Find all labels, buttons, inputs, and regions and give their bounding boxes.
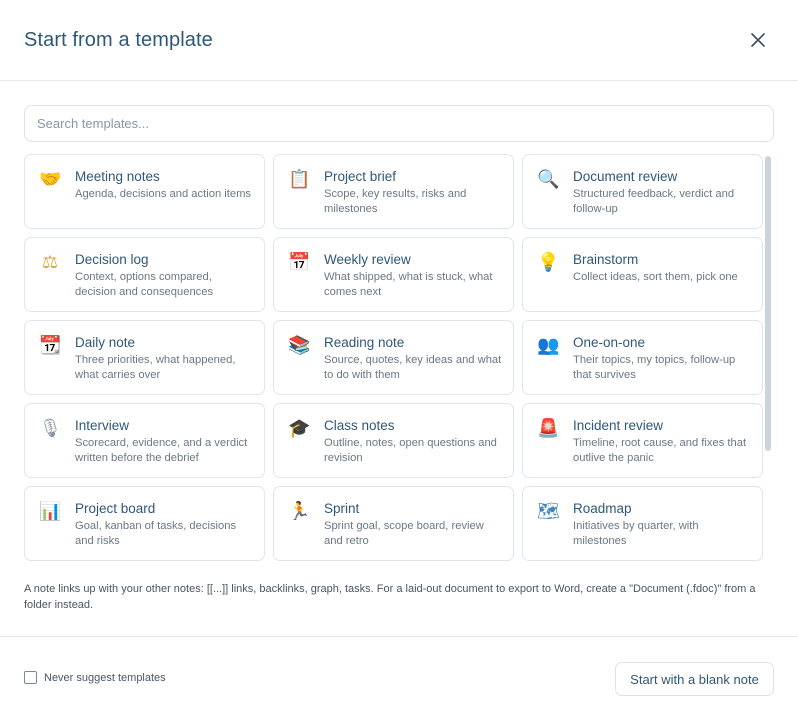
template-card[interactable]: 📊 Project board Goal, kanban of tasks, dec… (24, 486, 265, 561)
template-title: Meeting notes (75, 169, 160, 184)
template-title: Document review (573, 169, 678, 184)
start-blank-button[interactable]: Start with a blank note (615, 662, 774, 696)
graduation-cap-icon: 🎓 (288, 418, 311, 439)
balance-scale-icon: ⚖ (41, 252, 59, 273)
template-grid[interactable]: 🤝 Meeting notes Agenda, decisions and acti… (24, 154, 764, 563)
template-card[interactable]: 📆 Daily note Three priorities, what happen… (24, 320, 265, 395)
dialog-title: Start from a template (24, 29, 213, 51)
template-title: Incident review (573, 418, 664, 433)
template-card[interactable]: ⚖ Decision log Context, options compared, … (24, 237, 265, 312)
search-input[interactable] (24, 105, 774, 142)
template-card[interactable]: 📋 Project brief Scope, key results, risks … (273, 154, 514, 229)
map-icon: 🗺 (537, 501, 560, 522)
never-suggest-label: Never suggest templates (44, 671, 166, 684)
template-description: Three priorities, what happened, what ca… (75, 354, 236, 381)
template-title: Interview (75, 418, 130, 433)
template-card[interactable]: 🤝 Meeting notes Agenda, decisions and acti… (24, 154, 265, 229)
clipboard-icon: 📋 (288, 169, 311, 190)
template-description: Initiatives by quarter, with milestones (573, 520, 699, 547)
template-description: Scorecard, evidence, and a verdict writt… (75, 437, 248, 464)
scrollbar-thumb[interactable] (765, 156, 771, 451)
template-title: Decision log (75, 252, 149, 267)
never-suggest-toggle[interactable]: Never suggest templates (24, 671, 166, 684)
calendar-icon: 📆 (39, 335, 62, 356)
template-description: Their topics, my topics, follow-up that … (573, 354, 736, 381)
template-description: Timeline, root cause, and fixes that out… (573, 437, 747, 464)
template-card[interactable]: 📚 Reading note Source, quotes, key ideas a… (273, 320, 514, 395)
close-icon (751, 33, 765, 47)
bar-chart-icon: 📊 (39, 501, 62, 522)
template-card[interactable]: 🚨 Incident review Timeline, root cause, an… (522, 403, 763, 478)
template-description: Outline, notes, open questions and revis… (324, 437, 497, 464)
template-card[interactable]: 🎓 Class notes Outline, notes, open questio… (273, 403, 514, 478)
template-title: Daily note (75, 335, 136, 350)
template-title: Roadmap (573, 501, 632, 516)
template-description: Goal, kanban of tasks, decisions and ris… (75, 520, 237, 547)
template-description: What shipped, what is stuck, what comes … (324, 271, 493, 298)
template-title: Sprint (324, 501, 360, 516)
lightbulb-icon: 💡 (537, 252, 560, 273)
template-description: Agenda, decisions and action items (75, 188, 252, 200)
template-description: Structured feedback, verdict and follow-… (573, 188, 735, 215)
dialog-header: Start from a template (0, 0, 798, 81)
template-title: Project brief (324, 169, 397, 184)
template-description: Scope, key results, risks and milestones (324, 188, 467, 215)
info-text: A note links up with your other notes: [… (24, 583, 756, 611)
template-title: Reading note (324, 335, 405, 350)
template-card[interactable]: 🗺 Roadmap Initiatives by quarter, with mil… (522, 486, 763, 561)
template-card[interactable]: 📅 Weekly review What shipped, what is stuc… (273, 237, 514, 312)
template-scrollbar[interactable] (765, 154, 771, 563)
books-icon: 📚 (288, 335, 311, 356)
magnifier-icon: 🔍 (537, 169, 560, 190)
calendar-icon: 📅 (288, 252, 311, 273)
template-title: Project board (75, 501, 156, 516)
template-title: One-on-one (573, 335, 646, 350)
runner-icon: 🏃 (288, 501, 311, 522)
siren-icon: 🚨 (537, 418, 560, 439)
template-description: Collect ideas, sort them, pick one (573, 271, 738, 283)
close-button[interactable] (746, 28, 770, 52)
template-card[interactable]: 🏃 Sprint Sprint goal, scope board, review … (273, 486, 514, 561)
template-title: Class notes (324, 418, 395, 433)
microphone-icon: 🎙 (39, 418, 62, 439)
template-card[interactable]: 🎙 Interview Scorecard, evidence, and a ver… (24, 403, 265, 478)
template-description: Context, options compared, decision and … (75, 271, 214, 298)
template-title: Brainstorm (573, 252, 639, 267)
handshake-icon: 🤝 (39, 169, 62, 190)
template-card[interactable]: 🔍 Document review Structured feedback, ver… (522, 154, 763, 229)
template-title: Weekly review (324, 252, 411, 267)
template-card[interactable]: 💡 Brainstorm Collect ideas, sort them, pic… (522, 237, 763, 312)
template-card[interactable]: 👥 One-on-one Their topics, my topics, foll… (522, 320, 763, 395)
template-description: Source, quotes, key ideas and what to do… (324, 354, 502, 381)
never-suggest-checkbox[interactable] (24, 671, 37, 684)
template-description: Sprint goal, scope board, review and ret… (324, 520, 484, 547)
two-people-icon: 👥 (537, 335, 560, 356)
